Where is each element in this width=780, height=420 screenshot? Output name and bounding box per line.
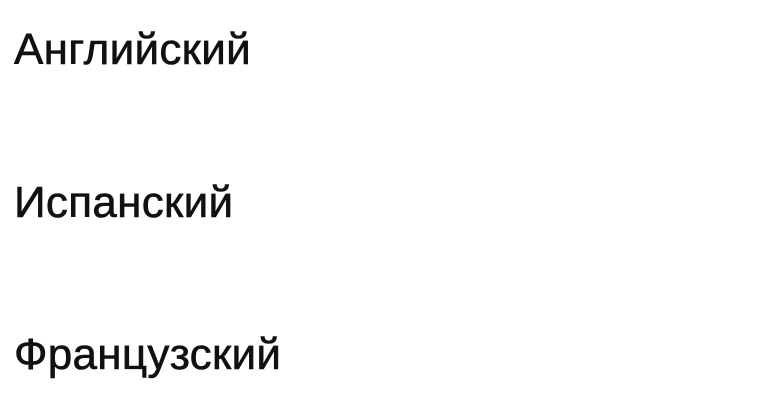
language-option-french[interactable]: Французский [0,300,780,410]
language-list: Английский Испанский Французский [0,0,780,420]
language-option-label: Испанский [14,178,234,228]
language-option-label: Французский [14,330,282,380]
language-option-label: Английский [14,25,251,75]
language-option-spanish[interactable]: Испанский [0,148,780,258]
language-option-english[interactable]: Английский [0,0,780,105]
